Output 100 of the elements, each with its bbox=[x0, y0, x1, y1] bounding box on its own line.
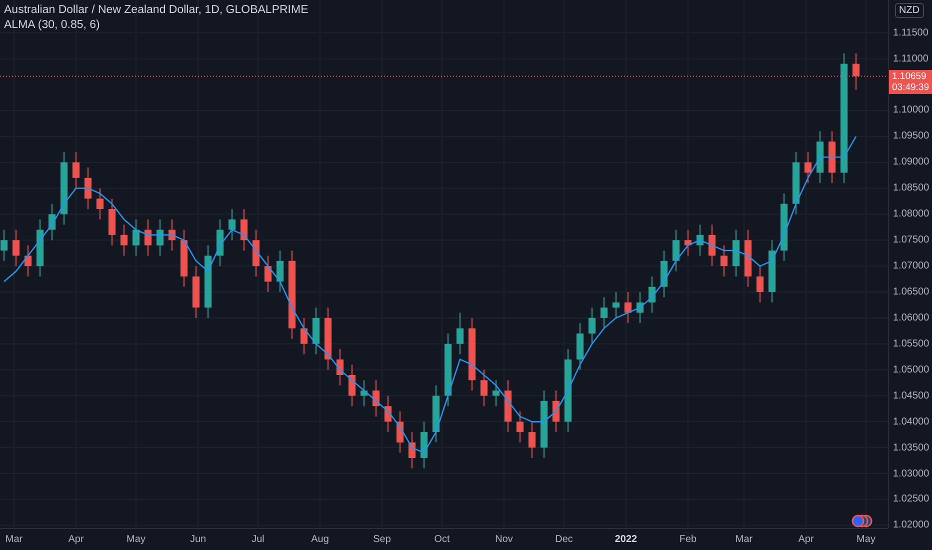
candlestick bbox=[336, 348, 344, 386]
price-axis-label: 1.05500 bbox=[893, 338, 930, 350]
candlestick bbox=[804, 151, 812, 184]
candlestick bbox=[192, 266, 200, 318]
price-axis-label: 1.10000 bbox=[893, 104, 930, 116]
candlestick bbox=[456, 312, 464, 355]
time-axis-label: 2022 bbox=[614, 534, 638, 545]
price-axis-label: 1.06500 bbox=[893, 286, 930, 298]
candlestick bbox=[396, 410, 404, 454]
time-axis-label: Apr bbox=[68, 534, 84, 545]
candlestick bbox=[300, 317, 308, 355]
price-axis-label: 1.02000 bbox=[893, 520, 930, 528]
candlestick bbox=[360, 380, 368, 407]
time-axis-label: Dec bbox=[555, 534, 573, 545]
price-axis-label: 1.07000 bbox=[893, 260, 930, 272]
candlestick bbox=[636, 292, 644, 324]
candlestick bbox=[492, 380, 500, 407]
candlestick bbox=[108, 198, 116, 246]
time-axis-label: Jul bbox=[252, 534, 264, 545]
candlestick bbox=[600, 296, 608, 329]
candlestick bbox=[120, 224, 128, 256]
candlestick bbox=[768, 240, 776, 303]
candlestick bbox=[792, 151, 800, 215]
candlestick bbox=[372, 380, 380, 417]
candlestick bbox=[528, 421, 536, 458]
candlestick bbox=[36, 218, 44, 277]
price-axis-label: 1.03000 bbox=[893, 468, 930, 480]
price-axis-label: 1.08000 bbox=[893, 208, 930, 220]
candlestick bbox=[660, 250, 668, 298]
price-axis-label: 1.09500 bbox=[893, 130, 930, 142]
candlestick bbox=[852, 52, 860, 90]
candlestick bbox=[348, 364, 356, 407]
price-axis-label: 1.05000 bbox=[893, 364, 930, 376]
candlestick bbox=[432, 384, 440, 443]
price-axis-label: 1.02500 bbox=[893, 494, 930, 505]
candlestick bbox=[708, 224, 716, 267]
time-axis-label: May bbox=[856, 534, 876, 545]
candlestick bbox=[552, 390, 560, 433]
candlestick bbox=[744, 229, 752, 288]
price-axis-label: 1.07500 bbox=[893, 234, 930, 246]
candlestick bbox=[516, 410, 524, 443]
time-axis-label: May bbox=[126, 534, 146, 545]
candlestick bbox=[384, 395, 392, 433]
candlestick bbox=[408, 432, 416, 469]
candlestick bbox=[72, 151, 80, 189]
time-axis-label: Apr bbox=[798, 534, 814, 545]
candlestick bbox=[624, 292, 632, 324]
price-axis-label: 1.03500 bbox=[893, 442, 930, 454]
candlestick bbox=[264, 255, 272, 292]
candlestick bbox=[696, 224, 704, 256]
candlestick bbox=[276, 250, 284, 292]
price-axis-label: 1.04500 bbox=[893, 390, 930, 402]
candlestick bbox=[0, 229, 8, 262]
time-axis-label: Feb bbox=[679, 534, 697, 545]
price-axis-label: 1.04000 bbox=[893, 416, 930, 428]
candlestick bbox=[168, 218, 176, 252]
time-axis-label: Nov bbox=[495, 534, 513, 545]
candlestick bbox=[540, 390, 548, 458]
candlestick bbox=[576, 322, 584, 370]
candlestick bbox=[84, 167, 92, 210]
price-axis-label: 1.06000 bbox=[893, 312, 930, 324]
price-axis-label: 1.11000 bbox=[893, 53, 928, 64]
price-axis-label: 1.11500 bbox=[893, 27, 928, 38]
candlestick bbox=[24, 244, 32, 277]
candlestick bbox=[240, 208, 248, 252]
candlestick bbox=[504, 380, 512, 433]
candlestick bbox=[588, 307, 596, 344]
symbol-title: Australian Dollar / New Zealand Dollar, 1D, GLOBALPRIME bbox=[4, 4, 308, 16]
candlestick bbox=[96, 188, 104, 220]
candlestick bbox=[156, 218, 164, 256]
candlestick bbox=[756, 266, 764, 303]
candlestick bbox=[612, 292, 620, 318]
indicator-label[interactable]: ALMA (30, 0.85, 6) bbox=[4, 19, 308, 31]
candlestick bbox=[252, 229, 260, 277]
time-axis-label: Aug bbox=[311, 534, 329, 545]
price-axis-label: 1.08500 bbox=[893, 182, 930, 194]
price-axis-label: 1.09000 bbox=[893, 156, 930, 168]
candlestick bbox=[816, 130, 824, 184]
candlestick bbox=[732, 229, 740, 277]
candlestick bbox=[132, 218, 140, 256]
candlestick bbox=[324, 307, 332, 370]
candlestick bbox=[48, 203, 56, 241]
candlestick bbox=[684, 229, 692, 256]
candlestick bbox=[216, 218, 224, 267]
candlestick bbox=[672, 229, 680, 272]
candlestick bbox=[828, 130, 836, 184]
event-markers-icon[interactable] bbox=[852, 514, 872, 528]
candlestick bbox=[720, 244, 728, 277]
currency-badge[interactable]: NZD bbox=[895, 3, 924, 18]
candlestick bbox=[648, 276, 656, 314]
time-axis-label: Mar bbox=[5, 534, 23, 545]
countdown-timer: 03:49:39 bbox=[892, 82, 929, 94]
time-axis-label: Mar bbox=[735, 534, 753, 545]
time-axis-label: Oct bbox=[434, 534, 450, 545]
candlestick bbox=[180, 229, 188, 288]
time-axis-label: Jun bbox=[190, 534, 206, 545]
candlestick bbox=[780, 192, 788, 262]
time-axis-label: Sep bbox=[373, 534, 391, 545]
candlestick bbox=[12, 229, 20, 267]
candlestick bbox=[480, 369, 488, 407]
